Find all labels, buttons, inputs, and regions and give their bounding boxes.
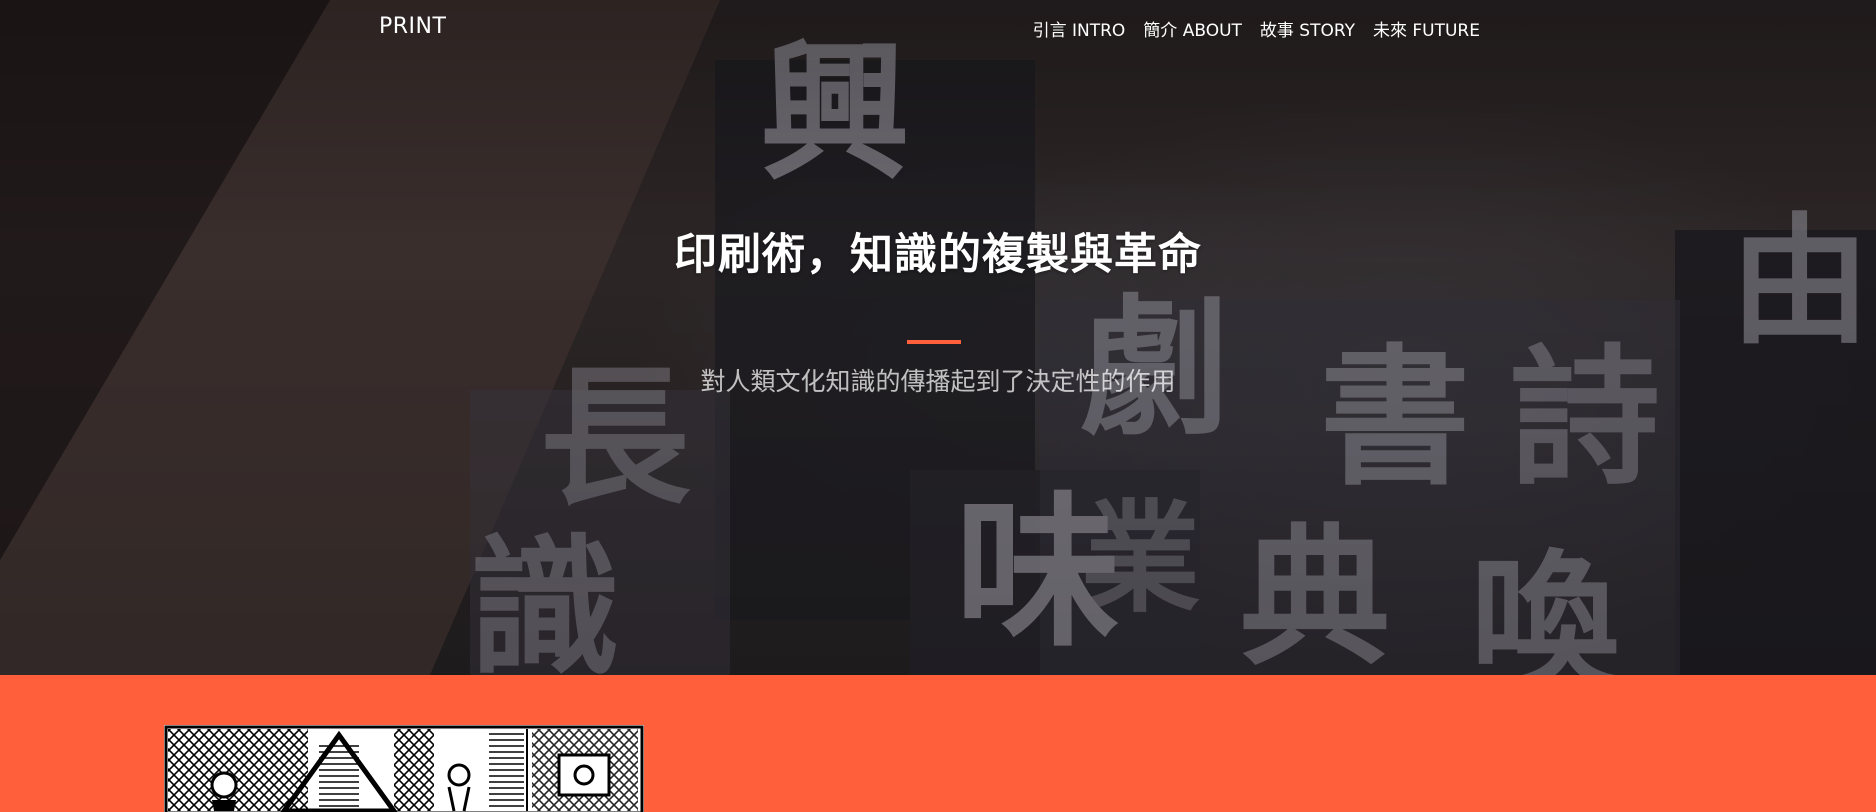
hero-subtitle: 對人類文化知識的傳播起到了決定性的作用 [700,367,1176,396]
hero-overlay [0,0,1876,675]
nav-link-story[interactable]: 故事 STORY [1260,16,1355,41]
printing-press-woodcut-illustration [164,725,644,812]
brand-logo-link[interactable]: PRINT [379,14,446,39]
page: 興 味 劇 書 詩 典 喚 由 長 識 業 PRINT 引言 INTRO 簡介 … [0,0,1876,812]
hero-title: 印刷術，知識的複製與革命 [674,230,1202,280]
intro-section [0,675,1876,812]
hero-section: 興 味 劇 書 詩 典 喚 由 長 識 業 PRINT 引言 INTRO 簡介 … [0,0,1876,675]
top-nav: PRINT 引言 INTRO 簡介 ABOUT 故事 STORY 未來 FUTU… [0,0,1876,56]
nav-links: 引言 INTRO 簡介 ABOUT 故事 STORY 未來 FUTURE [1033,16,1480,41]
nav-link-future[interactable]: 未來 FUTURE [1373,16,1480,41]
hero-divider [907,340,961,344]
nav-link-about[interactable]: 簡介 ABOUT [1143,16,1242,41]
nav-link-intro[interactable]: 引言 INTRO [1033,16,1126,41]
